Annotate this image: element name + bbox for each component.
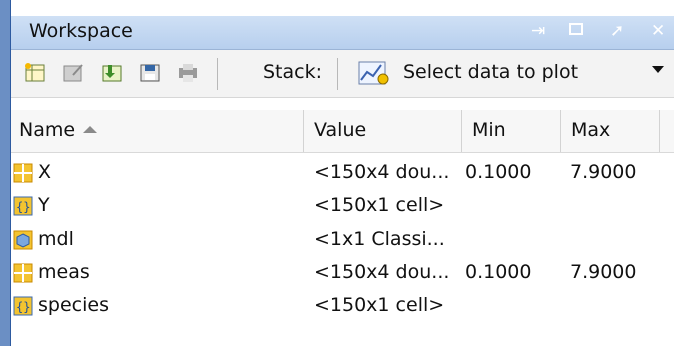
- print-icon[interactable]: [176, 61, 200, 85]
- panel-edge: [0, 0, 10, 346]
- toolbar-separator: [217, 58, 218, 90]
- column-divider[interactable]: [560, 110, 561, 152]
- chevron-down-icon[interactable]: [652, 66, 664, 73]
- sort-ascending-icon: [83, 126, 98, 133]
- import-data-icon[interactable]: [100, 61, 124, 85]
- matrix-icon: [13, 163, 33, 183]
- svg-text:{}: {}: [16, 200, 30, 214]
- column-divider[interactable]: [461, 110, 462, 152]
- cell-array-icon: {}: [13, 196, 33, 216]
- column-header-max[interactable]: Max: [563, 110, 661, 152]
- variable-min: 0.1000: [465, 261, 532, 283]
- variable-value: <150x4 dou...: [314, 161, 450, 183]
- table-row[interactable]: {} Y <150x1 cell>: [11, 194, 674, 217]
- object-icon: [13, 230, 33, 250]
- table-header: Name Value Min Max: [11, 110, 674, 153]
- variable-name: mdl: [38, 228, 74, 250]
- window-title: Workspace: [29, 20, 133, 42]
- variable-max: 7.9000: [570, 261, 637, 283]
- column-divider[interactable]: [303, 110, 304, 152]
- svg-text:{}: {}: [16, 300, 30, 314]
- save-workspace-icon[interactable]: [138, 61, 162, 85]
- plot-icon: [357, 60, 393, 93]
- variable-max: 7.9000: [570, 161, 637, 183]
- variable-name: X: [38, 161, 52, 183]
- dock-icon[interactable]: ⇥: [531, 21, 545, 41]
- column-header-label: Max: [571, 119, 611, 141]
- plot-selector[interactable]: Select data to plot: [347, 58, 674, 90]
- new-variable-icon[interactable]: [23, 61, 47, 85]
- plot-selector-text: Select data to plot: [403, 61, 579, 83]
- column-header-name[interactable]: Name: [11, 110, 299, 152]
- close-icon[interactable]: ✕: [651, 21, 665, 41]
- column-header-label: Value: [314, 119, 367, 141]
- variable-name: species: [38, 294, 109, 316]
- variable-name: Y: [38, 194, 50, 216]
- variable-name: meas: [38, 261, 90, 283]
- table-row[interactable]: meas <150x4 dou... 0.1000 7.9000: [11, 261, 674, 284]
- maximize-icon[interactable]: [569, 21, 583, 41]
- column-header-value[interactable]: Value: [306, 110, 464, 152]
- variable-value: <150x1 cell>: [314, 194, 445, 216]
- matrix-icon: [13, 263, 33, 283]
- table-row[interactable]: mdl <1x1 Classi...: [11, 228, 674, 251]
- column-header-label: Min: [472, 119, 506, 141]
- toolbar-separator: [337, 58, 338, 90]
- column-header-label: Name: [19, 119, 76, 141]
- title-bar: Workspace ⇥ ➚ ✕: [11, 16, 674, 50]
- undock-icon[interactable]: ➚: [610, 21, 624, 41]
- variable-value: <150x1 cell>: [314, 294, 445, 316]
- variable-min: 0.1000: [465, 161, 532, 183]
- table-row[interactable]: X <150x4 dou... 0.1000 7.9000: [11, 161, 674, 184]
- table-row[interactable]: {} species <150x1 cell>: [11, 294, 674, 317]
- open-variable-icon[interactable]: [61, 61, 85, 85]
- workspace-panel: Workspace ⇥ ➚ ✕ Stack: Select data to pl…: [0, 0, 674, 346]
- variable-value: <1x1 Classi...: [314, 228, 445, 250]
- column-divider[interactable]: [659, 110, 660, 152]
- column-header-min[interactable]: Min: [464, 110, 562, 152]
- workspace-toolbar: Stack: Select data to plot: [11, 50, 674, 98]
- variable-value: <150x4 dou...: [314, 261, 450, 283]
- stack-label: Stack:: [263, 61, 323, 83]
- cell-array-icon: {}: [13, 296, 33, 316]
